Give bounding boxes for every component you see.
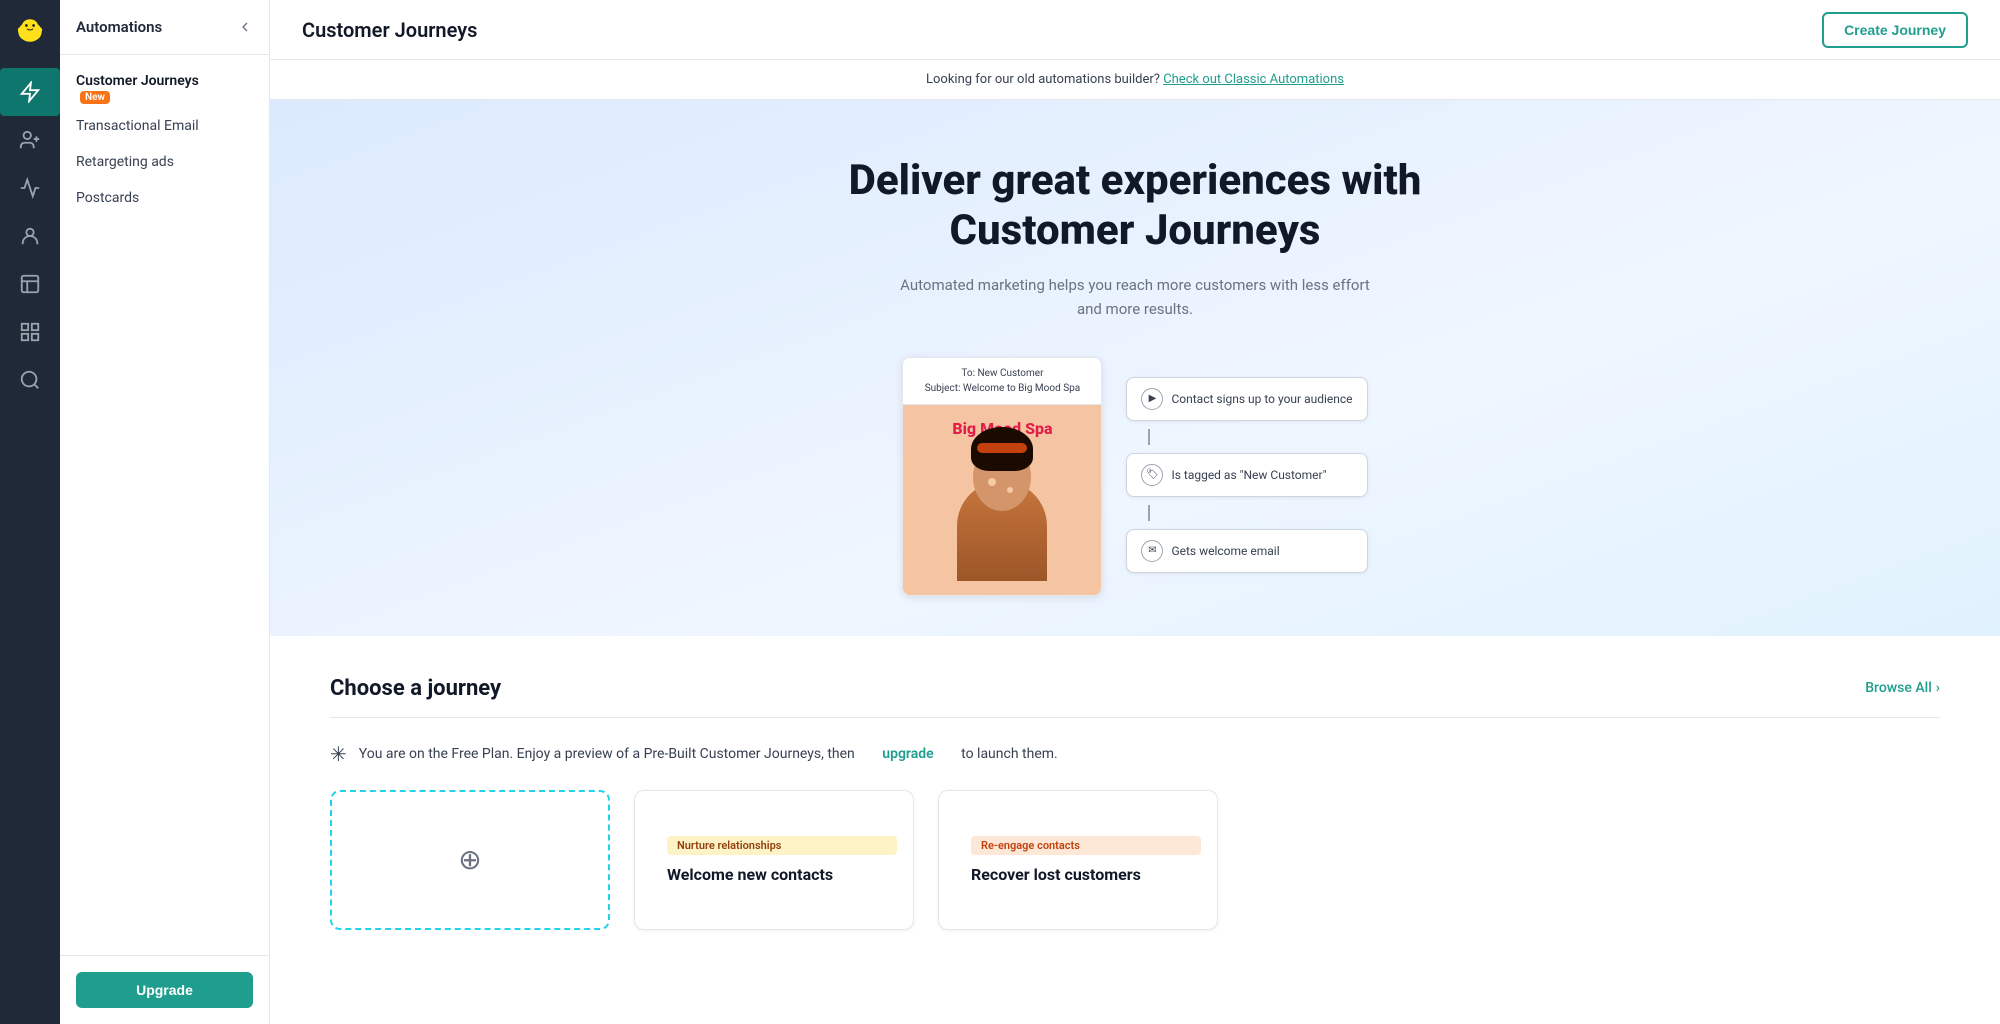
journey-step-1: ▶ Contact signs up to your audience [1126,377,1367,421]
browse-all-link[interactable]: Browse All › [1865,680,1940,696]
content-section: Choose a journey Browse All › ✳ You are … [270,636,2000,970]
create-journey-button[interactable]: Create Journey [1822,12,1968,48]
free-plan-text: You are on the Free Plan. Enjoy a previe… [359,746,855,762]
nav-item-postcards[interactable]: Postcards [60,180,269,216]
nav-item-transactional-email[interactable]: Transactional Email [60,108,269,144]
spa-person-illustration [952,452,1052,581]
icon-sidebar-items [0,60,60,1024]
step-connector-2 [1148,505,1150,521]
step-icon-1: ▶ [1141,388,1163,410]
nav-item-retargeting-ads[interactable]: Retargeting ads [60,144,269,180]
browse-all-chevron-icon: › [1936,680,1940,696]
recover-card-tag: Re-engage contacts [971,836,1201,855]
welcome-card-content: Nurture relationships Welcome new contac… [635,820,913,900]
sidebar-icon-contacts[interactable] [0,116,60,164]
nav-item-customer-journeys-badge: New [60,91,269,104]
journey-step-3: ✉ Gets welcome email [1126,529,1367,573]
hero-title: Deliver great experiences with Customer … [785,156,1485,257]
step-icon-2: 🏷 [1141,464,1163,486]
icon-sidebar [0,0,60,1024]
face-dot-2 [1007,487,1013,493]
journey-step-2: 🏷 Is tagged as "New Customer" [1126,453,1367,497]
top-bar: Customer Journeys Create Journey [270,0,2000,60]
app-logo[interactable] [0,0,60,60]
free-plan-notice: ✳ You are on the Free Plan. Enjoy a prev… [330,742,1940,766]
section-header: Choose a journey Browse All › [330,676,1940,701]
collapse-sidebar-button[interactable] [237,19,253,35]
recover-card-content: Re-engage contacts Recover lost customer… [939,820,1217,900]
journey-card-welcome[interactable]: Nurture relationships Welcome new contac… [634,790,914,930]
free-plan-suffix: to launch them. [961,746,1058,762]
journey-card-recover[interactable]: Re-engage contacts Recover lost customer… [938,790,1218,930]
hero-section: Deliver great experiences with Customer … [270,100,2000,636]
main-content: Customer Journeys Create Journey Looking… [270,0,2000,1024]
section-title: Choose a journey [330,676,501,701]
journey-steps: ▶ Contact signs up to your audience 🏷 Is… [1126,357,1367,573]
journey-illustration: To: New Customer Subject: Welcome to Big… [902,357,1367,596]
sidebar-icon-templates[interactable] [0,260,60,308]
add-icon: ⊕ [458,843,481,876]
classic-banner-text: Looking for our old automations builder? [926,72,1160,87]
recover-card-title: Recover lost customers [955,865,1201,884]
nav-sidebar-bottom: Upgrade [60,955,269,1024]
upgrade-plan-link[interactable]: upgrade [882,746,933,762]
step-connector-1 [1148,429,1150,445]
hero-subtitle: Automated marketing helps you reach more… [895,273,1375,321]
sidebar-icon-automations[interactable] [0,68,60,116]
spark-icon: ✳ [330,742,347,766]
nav-sidebar: Automations Customer Journeys New Transa… [60,0,270,1024]
welcome-card-tag: Nurture relationships [667,836,897,855]
welcome-card-title: Welcome new contacts [651,865,897,884]
step-label-1: Contact signs up to your audience [1171,392,1352,406]
new-badge: New [80,91,110,104]
person-headband [977,443,1027,453]
nav-sidebar-title: Automations [76,18,162,36]
email-preview-card: To: New Customer Subject: Welcome to Big… [902,357,1102,596]
sidebar-icon-audience[interactable] [0,212,60,260]
sidebar-icon-analytics[interactable] [0,164,60,212]
section-divider [330,717,1940,718]
nav-sidebar-header: Automations [60,0,269,55]
nav-sidebar-items: Customer Journeys New Transactional Emai… [60,55,269,955]
journey-cards: ⊕ Nurture relationships Welcome new cont… [330,790,1940,930]
step-label-3: Gets welcome email [1171,544,1279,558]
page-title: Customer Journeys [302,18,477,42]
email-to: To: New Customer [913,366,1091,381]
upgrade-button[interactable]: Upgrade [76,972,253,1008]
sidebar-icon-search[interactable] [0,356,60,404]
face-dot-1 [988,478,996,486]
email-subject: Subject: Welcome to Big Mood Spa [913,381,1091,396]
classic-automations-banner: Looking for our old automations builder?… [270,60,2000,100]
sidebar-icon-grid[interactable] [0,308,60,356]
email-preview-body: Big Mood Spa [903,405,1101,595]
step-icon-3: ✉ [1141,540,1163,562]
journey-card-custom[interactable]: ⊕ [330,790,610,930]
step-label-2: Is tagged as "New Customer" [1171,468,1326,482]
email-preview-header: To: New Customer Subject: Welcome to Big… [903,358,1101,405]
classic-automations-link[interactable]: Check out Classic Automations [1163,72,1344,87]
